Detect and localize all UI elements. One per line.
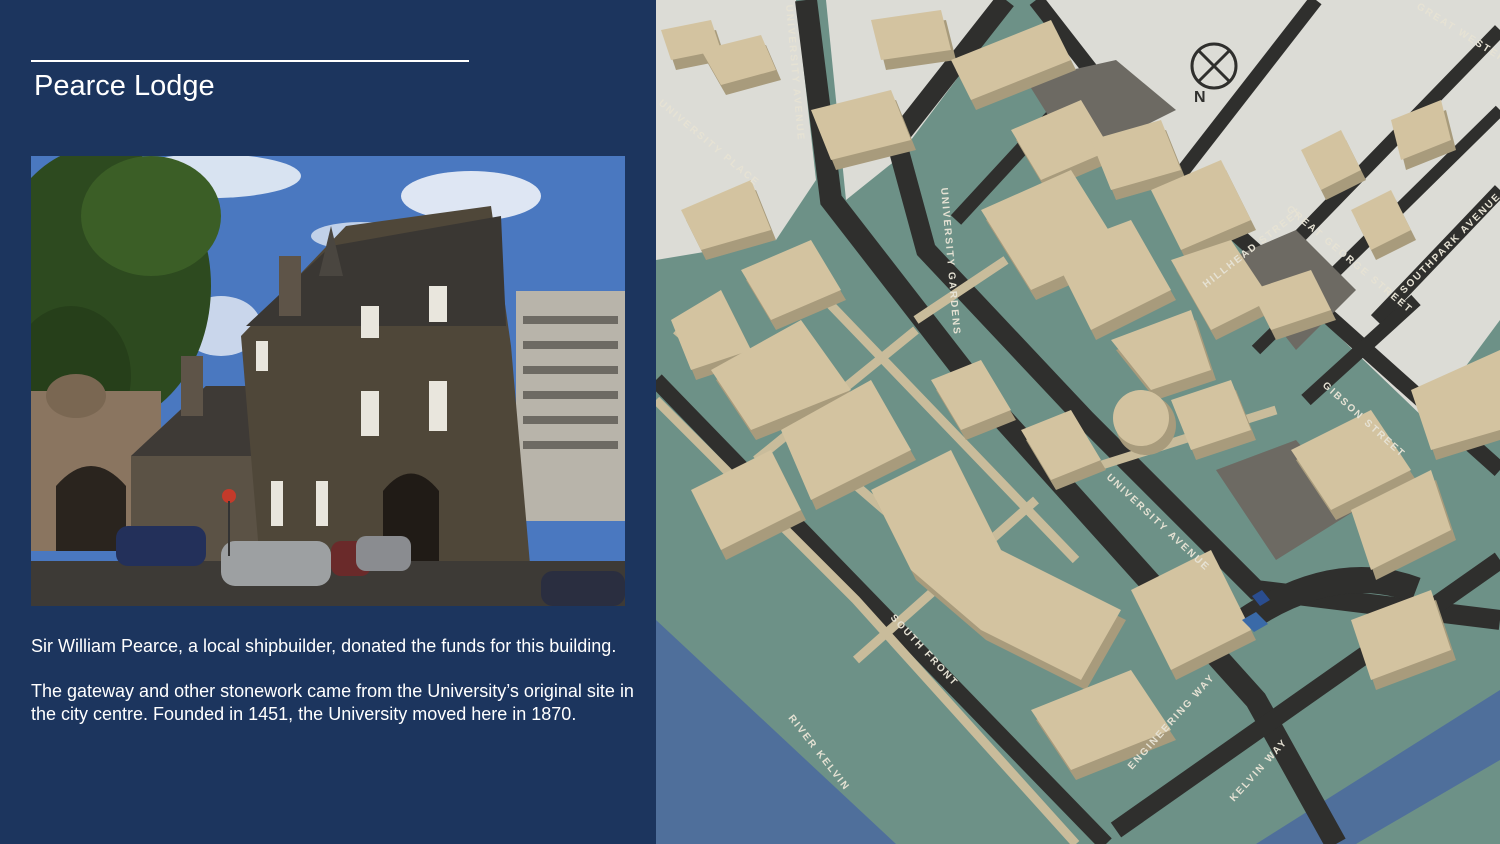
campus-map[interactable]: N GREAT WESTERN UNIVERSITY AVENUE UNIVER… <box>656 0 1500 844</box>
description-paragraph-2: The gateway and other stonework came fro… <box>31 681 634 724</box>
description-paragraph-1: Sir William Pearce, a local shipbuilder,… <box>31 636 617 656</box>
page-title: Pearce Lodge <box>34 70 215 102</box>
title-rule <box>31 60 469 62</box>
info-panel: Pearce Lodge Sir William Pearce, a local… <box>0 0 656 844</box>
building-photo <box>31 156 625 606</box>
compass-label: N <box>1194 89 1206 106</box>
